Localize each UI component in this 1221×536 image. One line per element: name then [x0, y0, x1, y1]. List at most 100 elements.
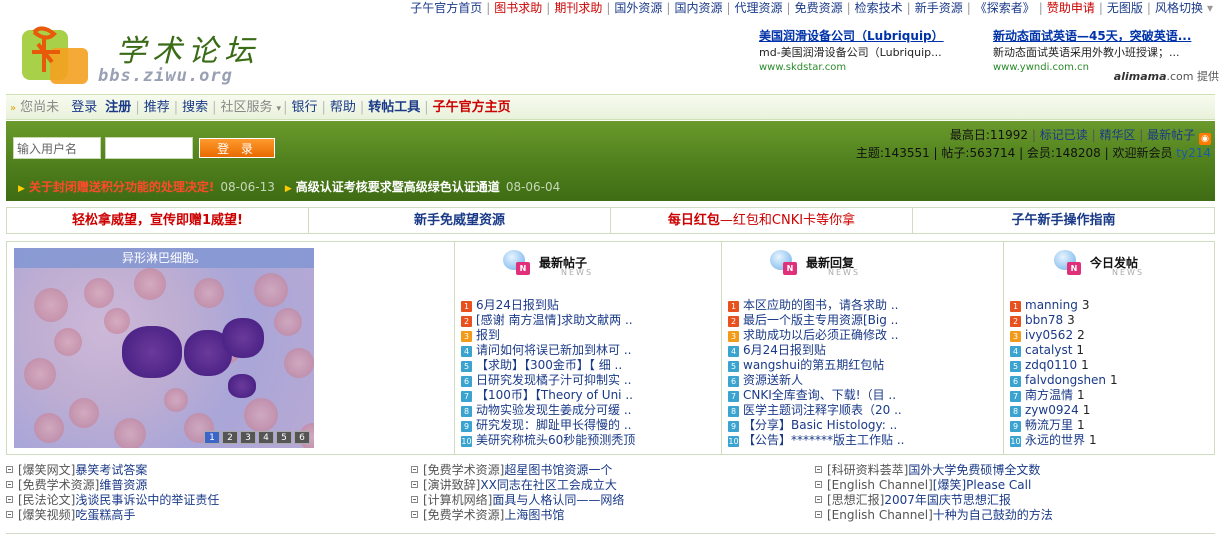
category-link[interactable]: [计算机网络]	[423, 493, 492, 507]
list-item[interactable]: 3 报到	[461, 328, 635, 343]
thread-link[interactable]: CNKI全库查询、下载!（目 ..	[743, 388, 896, 402]
ad-item[interactable]: 美国润滑设备公司（Lubriquip） md-美国润滑设备公司（Lubriqui…	[759, 28, 989, 75]
list-item[interactable]: 9 【分享】Basic Histology: ..	[728, 418, 904, 433]
list-item[interactable]: 1 6月24日报到贴	[461, 298, 635, 313]
user-link[interactable]: catalyst	[1025, 343, 1072, 357]
nav-item[interactable]: 银行	[287, 100, 321, 115]
top-link[interactable]: 期刊求助	[550, 0, 606, 16]
user-link[interactable]: 南方温情	[1025, 388, 1073, 402]
digest-link[interactable]: 精华区	[1099, 128, 1135, 142]
list-item[interactable]: 7 【100币】【Theory of Uni ..	[461, 388, 635, 403]
thread-link[interactable]: 医学主题词注释字顺表（20 ..	[743, 403, 902, 417]
promo-text[interactable]: 轻松拿威望，宣传即赠1威望!	[72, 213, 243, 228]
notice-link[interactable]: 关于封闭赠送积分功能的处理决定!	[29, 180, 214, 194]
list-item[interactable]: 5 【求助】【300金币】【 细 ..	[461, 358, 635, 373]
slide-page-button[interactable]: 3	[240, 431, 256, 444]
top-link[interactable]: 无图版	[1103, 0, 1147, 16]
list-item[interactable]: [计算机网络]面具与人格认同——网络	[411, 493, 624, 508]
list-item[interactable]: 10 【公告】*******版主工作贴 ..	[728, 433, 904, 448]
slide-page-button[interactable]: 6	[294, 431, 310, 444]
category-link[interactable]: [免费学术资源]	[423, 463, 504, 477]
category-link[interactable]: [思想汇报]	[827, 493, 884, 507]
promo-text[interactable]: 新手免威望资源	[414, 213, 505, 228]
user-link[interactable]: 永远的世界	[1025, 433, 1085, 447]
list-item[interactable]: 4 请问如何将误已新加到林可 ..	[461, 343, 635, 358]
promo-cell[interactable]: 轻松拿威望，宣传即赠1威望!	[7, 208, 309, 233]
list-item[interactable]: 9 研究发现：脚趾甲长得慢的 ..	[461, 418, 635, 433]
list-item[interactable]: [免费学术资源]维普资源	[6, 478, 219, 493]
nav-item[interactable]: 注册	[101, 100, 135, 115]
thread-link[interactable]: 【100币】【Theory of Uni ..	[476, 388, 633, 402]
ad-provider-label[interactable]: alimama.com 提供	[1114, 68, 1219, 84]
nav-item[interactable]: 社区服务	[217, 100, 277, 115]
list-item[interactable]: [演讲致辞]XX同志在社区工会成立大	[411, 478, 624, 493]
nav-item[interactable]: 帮助	[326, 100, 360, 115]
thread-link[interactable]: [感谢 南方温情]求助文献两 ..	[476, 313, 633, 327]
user-link[interactable]: bbn78	[1025, 313, 1063, 327]
promo-cell[interactable]: 新手免威望资源	[309, 208, 611, 233]
list-item[interactable]: [思想汇报]2007年国庆节思想汇报	[815, 493, 1053, 508]
dropdown-arrow-icon[interactable]: ▾	[1207, 1, 1213, 15]
list-item[interactable]: 1 本区应助的图书，请各求助 ..	[728, 298, 904, 313]
article-link[interactable]: XX同志在社区工会成立大	[480, 478, 616, 492]
nav-item[interactable]: 搜索	[178, 100, 212, 115]
site-logo[interactable]: 学术论坛 bbs.ziwu.org	[18, 20, 298, 90]
category-link[interactable]: [English Channel]	[827, 478, 933, 492]
category-link[interactable]: [English Channel]	[827, 508, 933, 522]
category-link[interactable]: [爆笑视频]	[18, 508, 75, 522]
user-link[interactable]: 畅流万里	[1025, 418, 1073, 432]
username-input[interactable]	[13, 137, 101, 159]
top-link[interactable]: 风格切换	[1151, 0, 1207, 16]
article-link[interactable]: 国外大学免费硕博全文数	[908, 463, 1040, 477]
top-link[interactable]: 《探索者》	[971, 0, 1039, 16]
password-input[interactable]	[105, 137, 193, 159]
category-link[interactable]: [免费学术资源]	[18, 478, 99, 492]
list-item[interactable]: 2 [感谢 南方温情]求助文献两 ..	[461, 313, 635, 328]
thread-link[interactable]: 【求助】【300金币】【 细 ..	[476, 358, 622, 372]
user-link[interactable]: falvdongshen	[1025, 373, 1106, 387]
nav-item[interactable]: 转帖工具	[364, 100, 424, 115]
nav-item[interactable]: 子午官方主页	[429, 100, 515, 115]
article-link[interactable]: 超星图书馆资源一个	[504, 463, 612, 477]
article-link[interactable]: 2007年国庆节思想汇报	[884, 493, 1011, 507]
promo-text[interactable]: 子午新手操作指南	[1011, 213, 1115, 228]
promo-text[interactable]: —红包和CNKI卡等你拿	[720, 213, 855, 228]
list-item[interactable]: [爆笑网文]暴笑考试答案	[6, 463, 219, 478]
nav-item[interactable]: 登录	[67, 100, 101, 115]
top-link[interactable]: 图书求助	[490, 0, 546, 16]
thread-link[interactable]: 请问如何将误已新加到林可 ..	[476, 343, 631, 357]
list-item[interactable]: 10 美研究称梳头60秒能预测秃顶	[461, 433, 635, 448]
list-item[interactable]: 8 医学主题词注释字顺表（20 ..	[728, 403, 904, 418]
top-link[interactable]: 国外资源	[610, 0, 666, 16]
top-link[interactable]: 代理资源	[731, 0, 787, 16]
thread-link[interactable]: 【公告】*******版主工作贴 ..	[743, 433, 904, 447]
thread-link[interactable]: 6月24日报到贴	[476, 298, 559, 312]
top-link[interactable]: 检索技术	[851, 0, 907, 16]
top-link[interactable]: 子午官方首页	[406, 0, 486, 16]
thread-link[interactable]: 资源送新人	[743, 373, 803, 387]
latest-posts-link[interactable]: 最新帖子	[1147, 128, 1195, 142]
list-item[interactable]: 3 求助成功以后必须正确修改 ..	[728, 328, 904, 343]
promo-text[interactable]: 每日红包	[668, 213, 720, 228]
category-link[interactable]: [科研资料荟萃]	[827, 463, 908, 477]
ad-title[interactable]: 美国润滑设备公司（Lubriquip）	[759, 28, 989, 45]
login-button[interactable]: 登 录	[199, 138, 275, 158]
list-item[interactable]: [English Channel]十种为自己鼓劲的方法	[815, 508, 1053, 523]
thread-link[interactable]: 研究发现：脚趾甲长得慢的 ..	[476, 418, 631, 432]
list-item[interactable]: 2 最后一个版主专用资源[Big ..	[728, 313, 904, 328]
article-link[interactable]: 暴笑考试答案	[75, 463, 147, 477]
category-link[interactable]: [演讲致辞]	[423, 478, 480, 492]
thread-link[interactable]: wangshui的第五期红包帖	[743, 358, 884, 372]
thread-link[interactable]: 最后一个版主专用资源[Big ..	[743, 313, 898, 327]
article-link[interactable]: 面具与人格认同——网络	[492, 493, 624, 507]
image-slideshow[interactable]: 异形淋巴细胞。 123456	[14, 248, 314, 448]
list-item[interactable]: 6 日研究发现橘子汁可抑制实 ..	[461, 373, 635, 388]
category-link[interactable]: [爆笑网文]	[18, 463, 75, 477]
thread-link[interactable]: 动物实验发现生姜成分可缓 ..	[476, 403, 631, 417]
thread-link[interactable]: 6月24日报到贴	[743, 343, 826, 357]
slide-page-button[interactable]: 1	[204, 431, 220, 444]
list-item[interactable]: [科研资料荟萃]国外大学免费硕博全文数	[815, 463, 1053, 478]
slide-page-button[interactable]: 2	[222, 431, 238, 444]
thread-link[interactable]: 【分享】Basic Histology: ..	[743, 418, 897, 432]
user-link[interactable]: zdq0110	[1025, 358, 1077, 372]
